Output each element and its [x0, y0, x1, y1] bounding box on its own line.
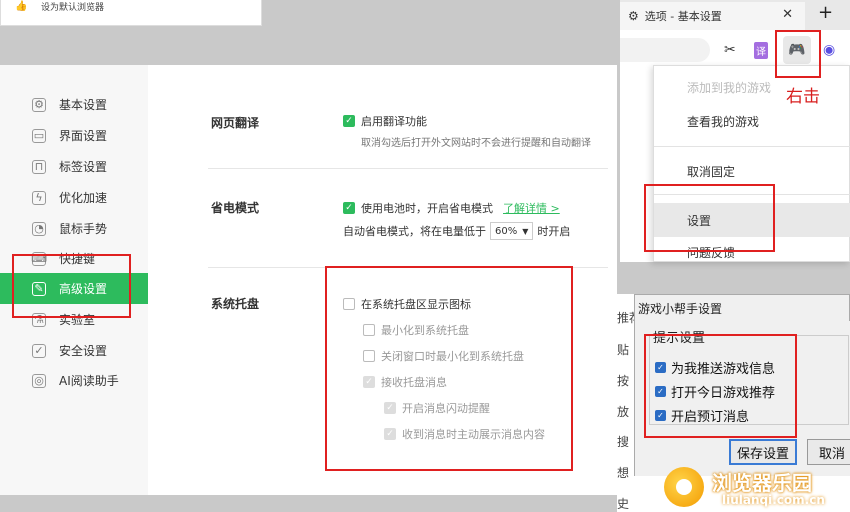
checkbox-checked-icon: ✓	[343, 202, 355, 214]
auto-power-suffix: 时开启	[537, 225, 571, 238]
thumbs-up-icon: 👍	[15, 1, 28, 12]
default-browser-snippet: 👍 设为默认浏览器	[0, 0, 262, 26]
sidebar-item-label: 优化加速	[59, 191, 108, 205]
menu-separator	[654, 146, 850, 147]
battery-threshold-select[interactable]: 60% ▼	[490, 222, 534, 240]
section-title-translate: 网页翻译	[211, 116, 260, 130]
cut-text: 想	[617, 466, 630, 480]
highlight-box-advanced	[12, 254, 131, 318]
sidebar-item-label: 基本设置	[59, 98, 108, 112]
dialog-title: 游戏小帮手设置	[638, 302, 723, 316]
watermark-url: liulanqi.com.cn	[722, 493, 825, 507]
lightning-icon: ϟ	[32, 190, 46, 205]
watermark-title: 浏览器乐园	[712, 471, 812, 495]
sidebar-item-ai-reader[interactable]: ◎ AI阅读助手	[0, 365, 148, 396]
cut-text: 按	[617, 374, 630, 388]
cancel-button[interactable]: 取消	[807, 439, 850, 465]
highlight-box-tray	[325, 266, 573, 471]
sidebar-item-label: 标签设置	[59, 160, 108, 174]
sidebar-item-security[interactable]: ✓ 安全设置	[0, 335, 148, 366]
enable-translate-checkbox[interactable]: ✓ 启用翻译功能	[343, 113, 427, 129]
close-icon[interactable]: ✕	[782, 7, 793, 22]
auto-power-prefix: 自动省电模式，将在电量低于	[343, 225, 486, 238]
divider	[208, 168, 608, 169]
cut-text: 史	[617, 497, 630, 511]
menu-item-unpin[interactable]: 取消固定	[654, 154, 850, 188]
new-tab-icon[interactable]: +	[818, 2, 833, 23]
cut-text: 放	[617, 405, 630, 419]
sidebar-item-interface[interactable]: ▭ 界面设置	[0, 120, 148, 151]
chevron-down-icon: ▼	[522, 226, 529, 236]
gear-icon: ⚙	[32, 97, 46, 112]
right-click-annotation: 右击	[786, 87, 820, 107]
power-saving-label: 使用电池时，开启省电模式	[361, 202, 493, 215]
enable-translate-label: 启用翻译功能	[361, 115, 427, 128]
sidebar-item-optimize[interactable]: ϟ 优化加速	[0, 182, 148, 213]
translate-hint: 取消勾选后打开外文网站时不会进行提醒和自动翻译	[361, 138, 591, 149]
watermark: 浏览器乐园 liulanqi.com.cn	[664, 465, 850, 512]
battery-threshold-value: 60%	[495, 225, 518, 237]
set-default-browser-text[interactable]: 设为默认浏览器	[41, 0, 104, 13]
power-saving-checkbox[interactable]: ✓ 使用电池时，开启省电模式 了解详情 >	[343, 200, 560, 216]
scissors-icon[interactable]: ✂	[724, 42, 736, 58]
sidebar-item-label: AI阅读助手	[59, 374, 119, 388]
sidebar-item-label: 鼠标手势	[59, 222, 108, 236]
tab-title: 选项 - 基本设置	[644, 10, 722, 23]
sidebar-item-mouse[interactable]: ◔ 鼠标手势	[0, 213, 148, 244]
auto-power-row: 自动省电模式，将在电量低于 60% ▼ 时开启	[343, 222, 570, 240]
gear-icon: ⚙	[628, 9, 639, 23]
tab-settings[interactable]: ⚙ 选项 - 基本设置 ✕	[620, 2, 805, 30]
cut-text: 搜	[617, 435, 630, 449]
highlight-box-game-icon	[775, 30, 821, 78]
translate-icon[interactable]: 译	[754, 42, 768, 59]
cut-text: 贴	[617, 343, 630, 357]
checkbox-checked-icon: ✓	[343, 115, 355, 127]
tab-bar: ⚙ 选项 - 基本设置 ✕ +	[620, 0, 850, 30]
section-title-power: 省电模式	[211, 201, 260, 215]
learn-more-link[interactable]: 了解详情 >	[503, 200, 560, 216]
tab-icon: ⊓	[32, 159, 46, 174]
sidebar-item-basic[interactable]: ⚙ 基本设置	[0, 89, 148, 120]
shield-icon: ✓	[32, 343, 46, 358]
sidebar-item-tabs[interactable]: ⊓ 标签设置	[0, 151, 148, 182]
address-bar[interactable]	[620, 38, 710, 62]
section-title-tray: 系统托盘	[211, 297, 260, 311]
sidebar-item-label: 界面设置	[59, 129, 108, 143]
highlight-box-notify	[644, 334, 797, 438]
highlight-box-settings	[644, 184, 775, 252]
ai-assistant-icon[interactable]: ◉	[823, 42, 835, 58]
menu-item-view-games[interactable]: 查看我的游戏	[654, 104, 850, 138]
sidebar-item-label: 安全设置	[59, 344, 108, 358]
window-icon: ▭	[32, 128, 46, 143]
watermark-logo-icon	[664, 467, 704, 507]
save-settings-button[interactable]: 保存设置	[729, 439, 797, 465]
mouse-icon: ◔	[32, 221, 46, 236]
ai-icon: ◎	[32, 373, 46, 388]
